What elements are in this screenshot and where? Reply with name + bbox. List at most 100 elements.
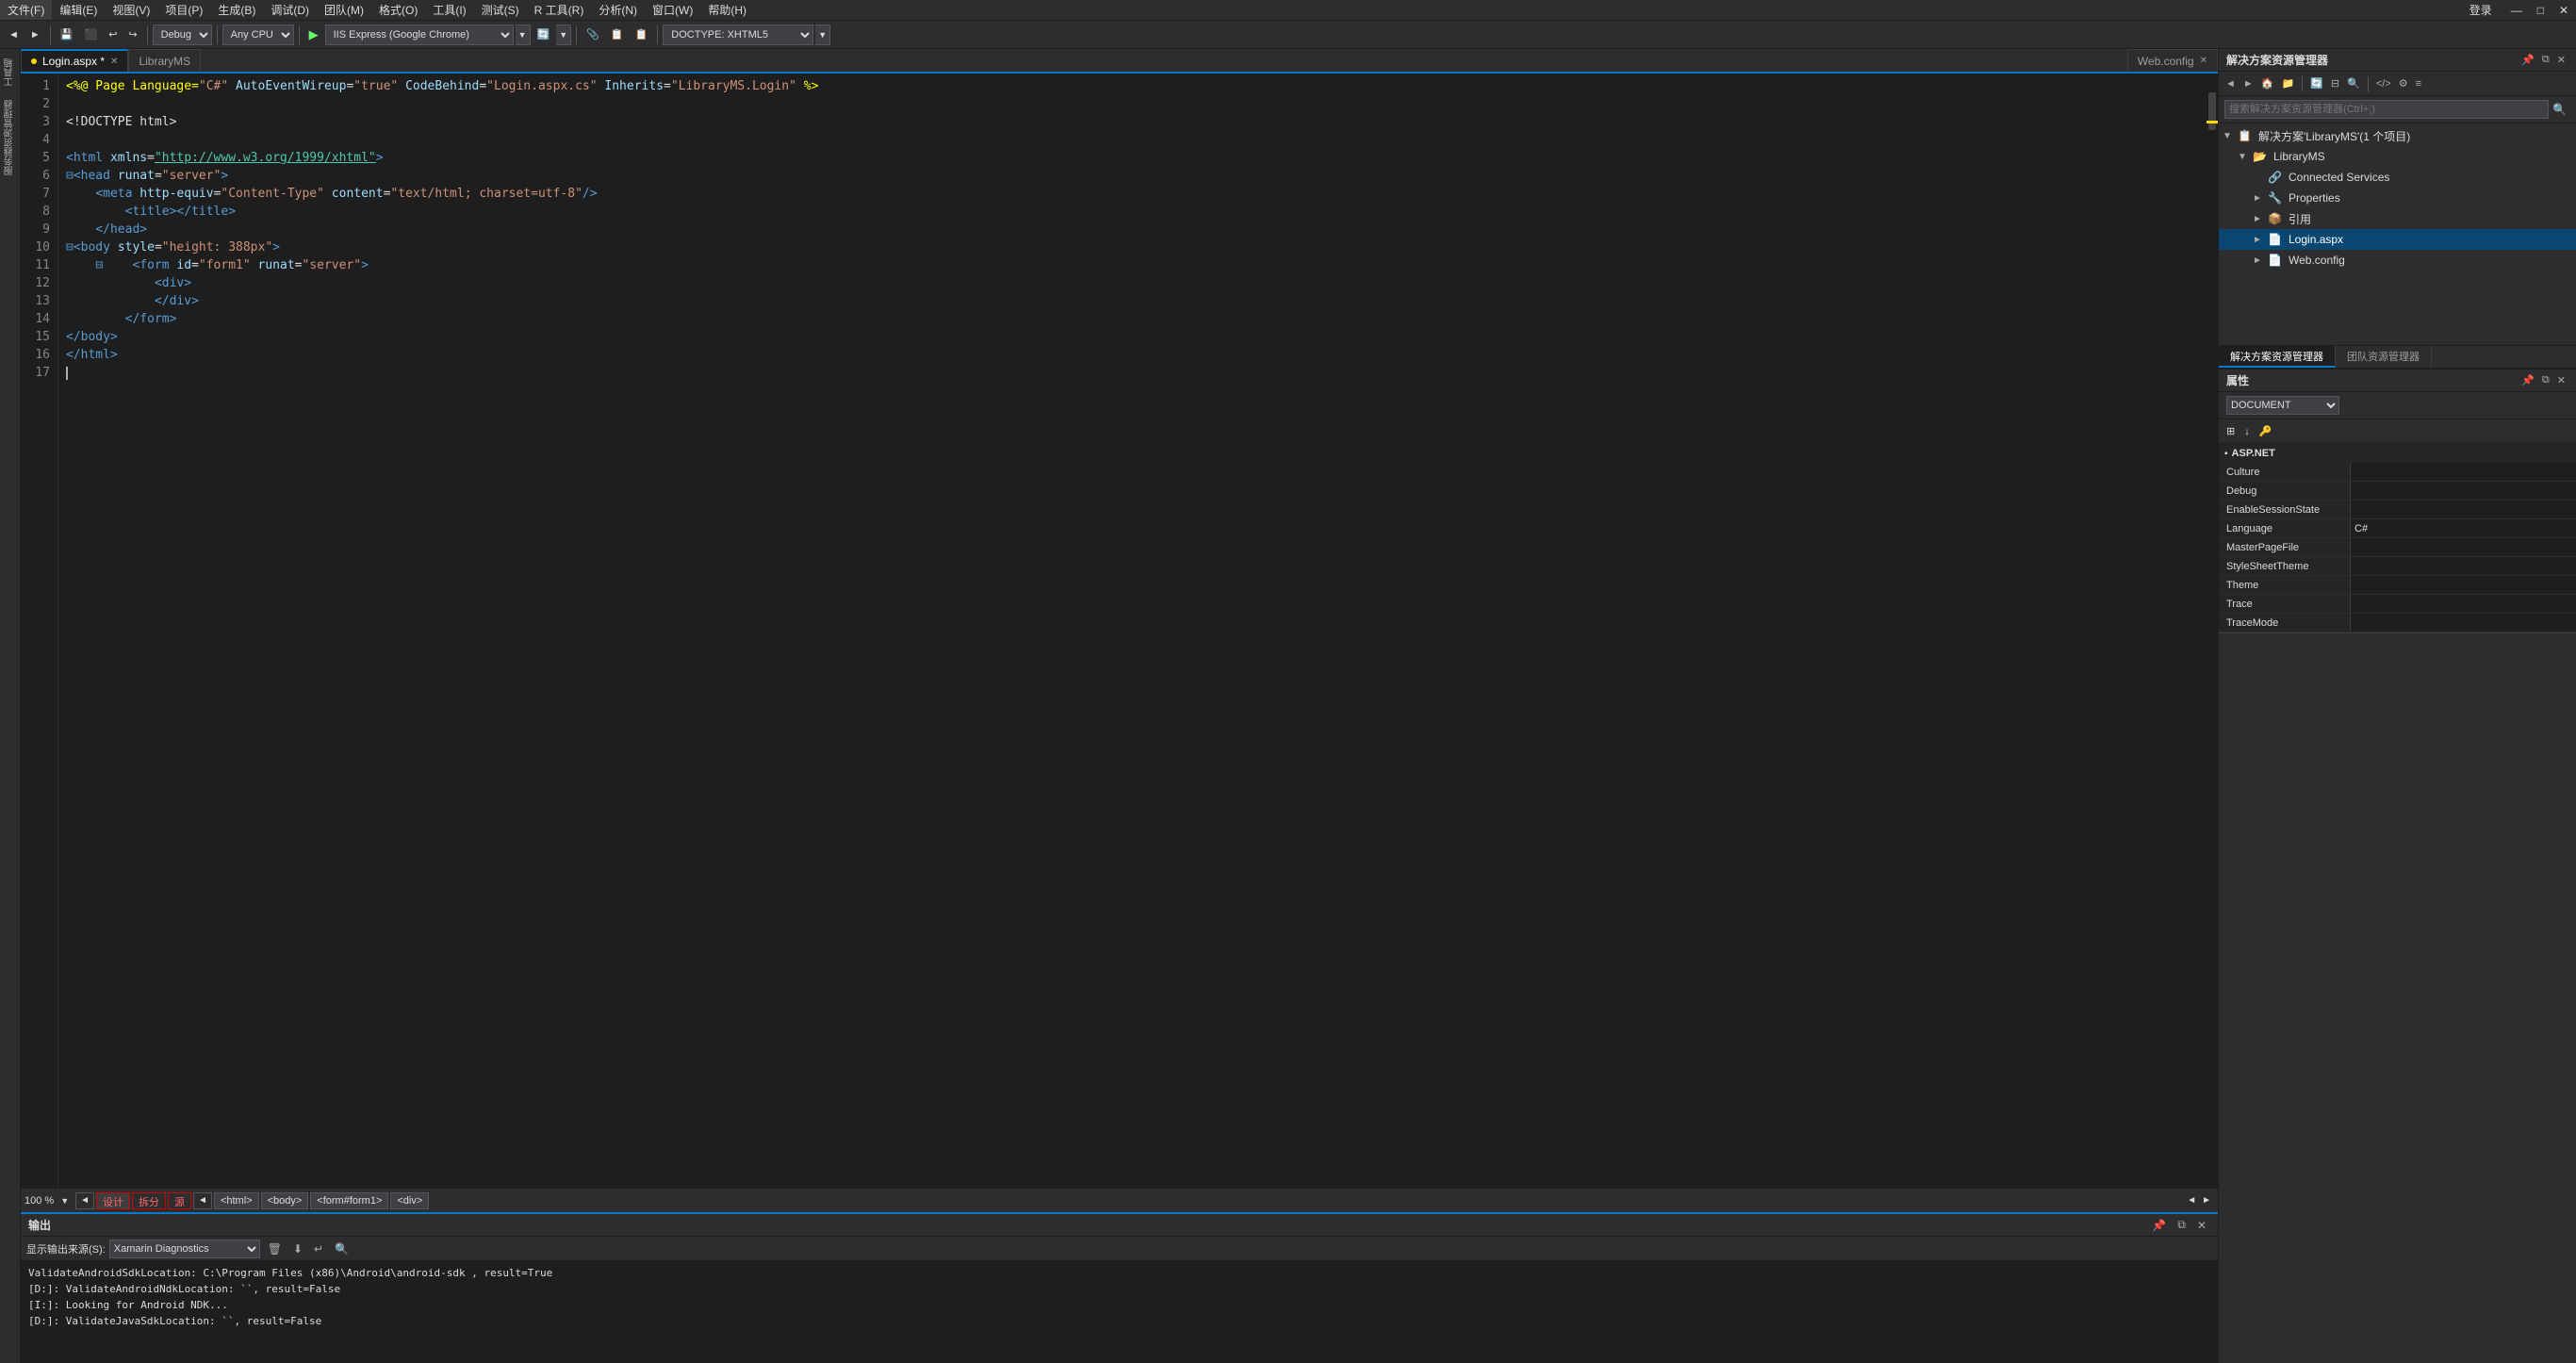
back-button[interactable]: ◄ (4, 24, 24, 46)
window-minimize[interactable]: — (2503, 2, 2530, 19)
scroll-end-right[interactable]: ► (2199, 1194, 2214, 1207)
output-pin-btn[interactable]: 📌 (2148, 1218, 2170, 1232)
se-collapse-btn[interactable]: ⊟ (2328, 77, 2342, 90)
se-tab-team[interactable]: 团队资源管理器 (2336, 346, 2432, 368)
run-button[interactable]: ▶ (304, 24, 323, 46)
doctype-select[interactable]: DOCTYPE: XHTML5 (663, 25, 813, 45)
bc-body[interactable]: <body> (261, 1192, 309, 1209)
scroll-end-left[interactable]: ◄ (2184, 1194, 2199, 1207)
run-config-select[interactable]: IIS Express (Google Chrome) (325, 25, 514, 45)
prop-sort-alpha-btn[interactable]: ↓ (2240, 422, 2254, 441)
menu-tools[interactable]: 工具(I) (425, 0, 473, 20)
menu-project[interactable]: 项目(P) (157, 0, 210, 20)
output-close-btn[interactable]: ✕ (2193, 1218, 2210, 1232)
properties-type-select[interactable]: DOCUMENT (2226, 396, 2339, 415)
menu-test[interactable]: 测试(S) (474, 0, 527, 20)
menu-view[interactable]: 视图(V) (105, 0, 157, 20)
code-content[interactable]: <%@ Page Language="C#" AutoEventWireup="… (58, 74, 2207, 1188)
menu-r-tools[interactable]: R 工具(R) (527, 0, 592, 20)
bc-form[interactable]: <form#form1> (310, 1192, 388, 1209)
se-float-btn[interactable]: ⧉ (2539, 54, 2552, 66)
tree-login-aspx[interactable]: ► 📄 Login.aspx (2219, 229, 2576, 250)
output-float-btn[interactable]: ⧉ (2174, 1218, 2190, 1232)
menu-team[interactable]: 团队(M) (317, 0, 371, 20)
menu-help[interactable]: 帮助(H) (700, 0, 754, 20)
se-code-btn[interactable]: </> (2373, 78, 2394, 90)
prop-value-lang[interactable]: C# (2351, 519, 2576, 537)
se-show-all-btn[interactable]: 📁 (2278, 77, 2297, 90)
se-more-btn[interactable]: ≡ (2413, 78, 2424, 90)
prop-value-ess[interactable] (2351, 501, 2576, 518)
refresh-arrow[interactable]: ▼ (556, 25, 571, 45)
tab-web-config[interactable]: Web.config ✕ (2127, 49, 2218, 72)
prop-pin-btn[interactable]: 📌 (2519, 374, 2537, 386)
window-close[interactable]: ✕ (2551, 2, 2576, 19)
menu-build[interactable]: 生成(B) (210, 0, 263, 20)
scroll-left-btn[interactable]: ◄ (75, 1192, 94, 1209)
tree-solution[interactable]: ▼ 📋 解决方案'LibraryMS'(1 个项目) (2219, 125, 2576, 146)
se-tab-solution[interactable]: 解决方案资源管理器 (2219, 346, 2336, 368)
prop-float-btn[interactable]: ⧉ (2539, 374, 2552, 386)
prop-value-mpf[interactable] (2351, 538, 2576, 556)
menu-debug[interactable]: 调试(D) (263, 0, 317, 20)
save-button[interactable]: 💾 (56, 24, 78, 46)
debug-config-select[interactable]: Debug (153, 25, 212, 45)
code-editor[interactable]: 1234 5678 9101112 13141516 17 <%@ Page L… (21, 74, 2218, 1188)
refresh-button[interactable]: 🔄 (533, 24, 555, 46)
platform-select[interactable]: Any CPU (222, 25, 294, 45)
prop-value-theme[interactable] (2351, 576, 2576, 594)
se-search-btn[interactable]: 🔍 (2549, 103, 2570, 116)
attach-button[interactable]: 📎 (582, 24, 604, 46)
se-filter-btn[interactable]: 🔍 (2344, 77, 2363, 90)
source-view-btn[interactable]: 源 (168, 1192, 191, 1209)
design-view-btn[interactable]: 设计 (96, 1192, 130, 1209)
forward-button[interactable]: ► (25, 24, 45, 46)
se-refresh-btn[interactable]: 🔄 (2307, 77, 2326, 90)
prop-close-btn[interactable]: ✕ (2554, 374, 2568, 386)
prop-value-trace[interactable] (2351, 595, 2576, 613)
tab-webconfig-close[interactable]: ✕ (2200, 56, 2207, 66)
tree-project[interactable]: ▼ 📂 LibraryMS (2219, 146, 2576, 167)
menu-analyze[interactable]: 分析(N) (591, 0, 645, 20)
se-close-btn[interactable]: ✕ (2554, 54, 2568, 66)
prop-value-tracemode[interactable] (2351, 614, 2576, 632)
run-config-arrow[interactable]: ▼ (516, 25, 531, 45)
nav-left-btn[interactable]: ◄ (193, 1192, 212, 1209)
undo-button[interactable]: ↩ (104, 24, 122, 46)
tab-login-close[interactable]: ✕ (110, 57, 118, 67)
tree-properties[interactable]: ► 🔧 Properties (2219, 188, 2576, 208)
login-button[interactable]: 登录 (2458, 0, 2503, 20)
se-search-input[interactable] (2224, 100, 2549, 119)
clipboard-button[interactable]: 📋 (606, 24, 629, 46)
left-toolbar-item-1[interactable]: 工具箱 (1, 53, 19, 92)
aspnet-section-header[interactable]: ▪ ASP.NET (2219, 444, 2576, 463)
tab-login-aspx[interactable]: Login.aspx * ✕ (21, 49, 128, 72)
window-maximize[interactable]: □ (2530, 2, 2551, 19)
output-source-select[interactable]: Xamarin Diagnostics (109, 1240, 260, 1258)
bc-div[interactable]: <div> (390, 1192, 429, 1209)
se-prop-btn[interactable]: ⚙ (2396, 77, 2411, 90)
clipboard2-button[interactable]: 📋 (631, 24, 653, 46)
zoom-arrow[interactable]: ▼ (56, 1190, 74, 1212)
prop-value-sst[interactable] (2351, 557, 2576, 575)
save-all-button[interactable]: ⬛ (79, 24, 102, 46)
output-clear-btn[interactable]: 🗑 (264, 1242, 286, 1256)
redo-button[interactable]: ↪ (123, 24, 141, 46)
left-toolbar-item-2[interactable]: 服务器资源管理器 (1, 94, 19, 181)
tree-web-config[interactable]: ► 📄 Web.config (2219, 250, 2576, 271)
se-pin-btn[interactable]: 📌 (2519, 54, 2537, 66)
doctype-arrow[interactable]: ▼ (815, 25, 830, 45)
menu-edit[interactable]: 编辑(E) (52, 0, 105, 20)
prop-value-debug[interactable] (2351, 482, 2576, 500)
prop-value-culture[interactable] (2351, 463, 2576, 481)
se-back-btn[interactable]: ◄ (2223, 78, 2239, 90)
tree-connected-services[interactable]: 🔗 Connected Services (2219, 167, 2576, 188)
prop-sort-cat-btn[interactable]: ⊞ (2223, 422, 2239, 441)
se-forward-btn[interactable]: ► (2240, 78, 2256, 90)
prop-key-btn[interactable]: 🔑 (2256, 422, 2276, 441)
menu-file[interactable]: 文件(F) (0, 0, 52, 20)
se-home-btn[interactable]: 🏠 (2258, 77, 2277, 90)
output-scroll-btn[interactable]: ⬇ (289, 1242, 306, 1256)
menu-format[interactable]: 格式(O) (371, 0, 425, 20)
tab-libraryms[interactable]: LibraryMS (128, 49, 201, 72)
